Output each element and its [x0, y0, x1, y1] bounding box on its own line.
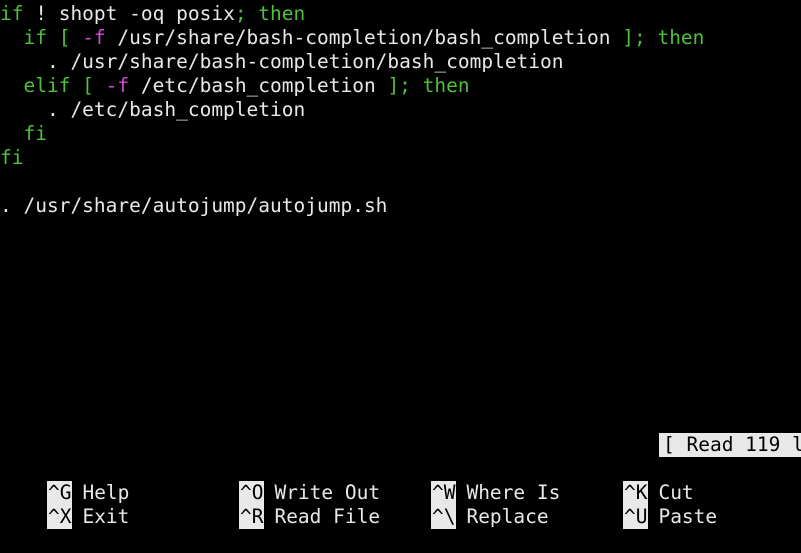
- code-line[interactable]: if ! shopt -oq posix; then: [0, 2, 801, 26]
- shortcut-label: Exit: [82, 505, 130, 528]
- code-line[interactable]: elif [ -f /etc/bash_completion ]; then: [0, 74, 801, 98]
- code-token: fi: [0, 146, 24, 169]
- code-line[interactable]: [0, 170, 801, 194]
- code-line[interactable]: . /usr/share/autojump/autojump.sh: [0, 194, 801, 218]
- code-token: elif [: [0, 74, 106, 97]
- shortcut-key: ^X: [46, 505, 73, 529]
- status-message: [ Read 119 l: [659, 433, 801, 457]
- code-line[interactable]: fi: [0, 146, 801, 170]
- shortcut-exit[interactable]: ^X Exit: [0, 481, 129, 529]
- shortcut-j[interactable]: ^J: [768, 481, 801, 505]
- code-token: fi: [0, 122, 47, 145]
- shortcut-label: Paste: [658, 505, 718, 528]
- code-token: ]; then: [387, 74, 470, 97]
- shortcut-label: Replace: [466, 505, 549, 528]
- shortcut-key: ^U: [622, 505, 649, 529]
- code-token: ; then: [234, 2, 306, 25]
- shortcut-key: ^R: [238, 505, 265, 529]
- code-token: . /usr/share/bash-completion/bash_comple…: [0, 50, 564, 73]
- terminal-window[interactable]: if ! shopt -oq posix; then if [ -f /usr/…: [0, 0, 801, 529]
- code-token: if [: [0, 26, 83, 49]
- code-line[interactable]: if [ -f /usr/share/bash-completion/bash_…: [0, 26, 801, 50]
- code-token: -f: [105, 74, 130, 97]
- code-token: ]; then: [622, 26, 705, 49]
- code-token: /etc/bash_completion: [129, 74, 388, 97]
- shortcut-read-file[interactable]: ^R Read File: [192, 481, 380, 529]
- code-token: . /etc/bash_completion: [0, 98, 306, 121]
- shortcut-key: ^\: [430, 505, 457, 529]
- shortcut-replace[interactable]: ^\ Replace: [384, 481, 549, 529]
- shortcut-label: Read File: [274, 505, 381, 528]
- shortcut-write-out[interactable]: ^O Write Out: [192, 457, 380, 505]
- code-token: . /usr/share/autojump/autojump.sh: [0, 194, 388, 217]
- shortcut-cut[interactable]: ^K Cut: [576, 457, 694, 505]
- shortcut-where-is[interactable]: ^W Where Is: [384, 457, 560, 505]
- shortcut-help[interactable]: ^G Help: [0, 457, 129, 505]
- code-line[interactable]: . /usr/share/bash-completion/bash_comple…: [0, 50, 801, 74]
- code-token: /usr/share/bash-completion/bash_completi…: [105, 26, 623, 49]
- code-token: if: [0, 2, 24, 25]
- shortcut-paste[interactable]: ^U Paste: [576, 481, 717, 529]
- shortcut-t[interactable]: ^T: [768, 457, 801, 481]
- code-token: ! shopt -oq posix: [23, 2, 235, 25]
- code-line[interactable]: fi: [0, 122, 801, 146]
- code-line[interactable]: . /etc/bash_completion: [0, 98, 801, 122]
- code-token: -f: [82, 26, 106, 49]
